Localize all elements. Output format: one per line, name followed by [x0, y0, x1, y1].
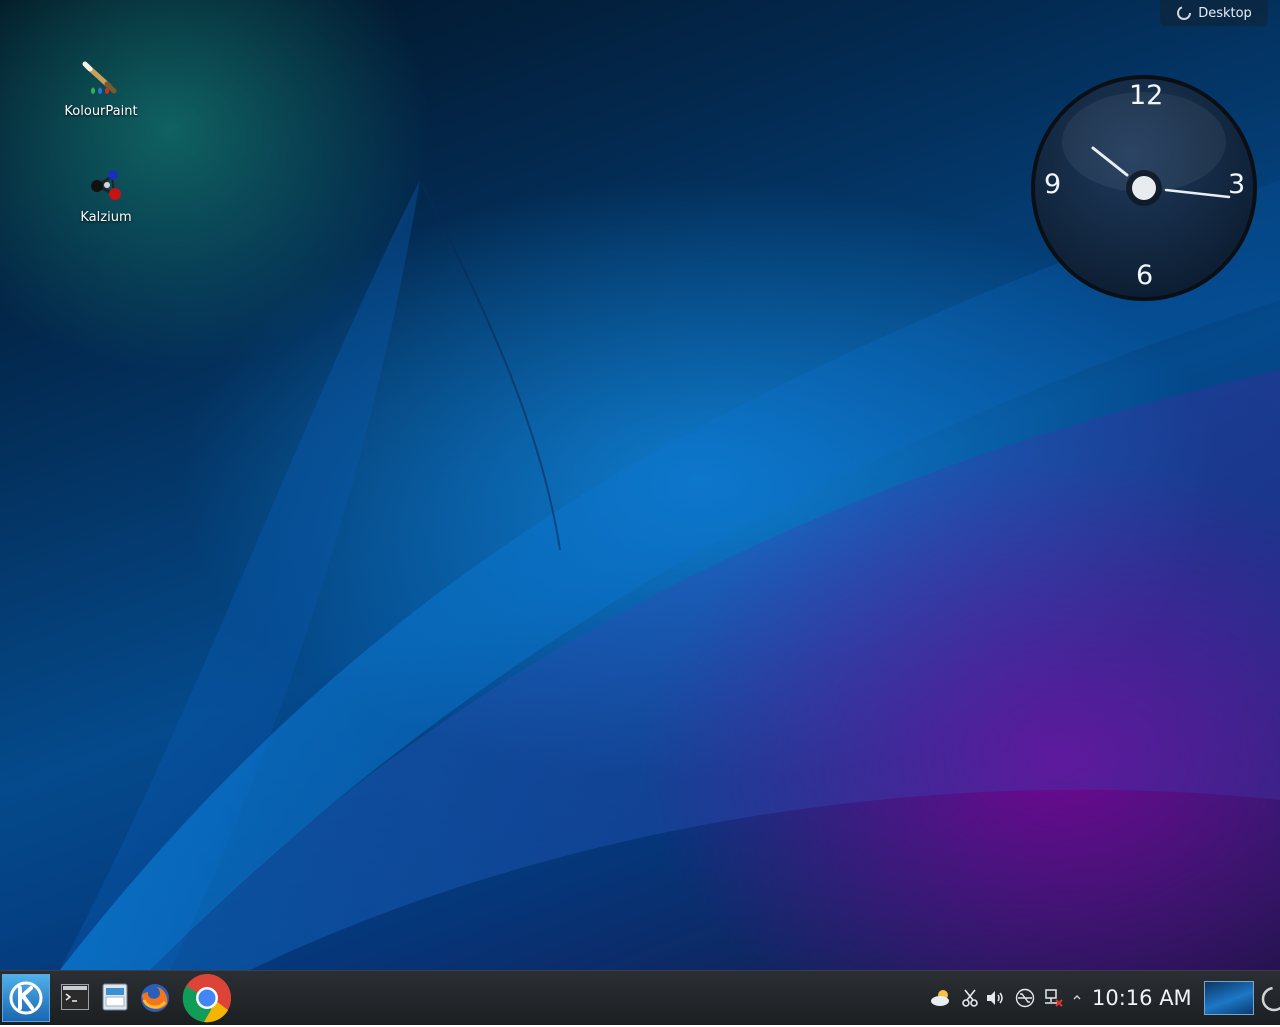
volume-tray-button[interactable] — [985, 988, 1005, 1008]
desktop[interactable]: Desktop KolourPaint Kalzium 12 3 6 9 — [0, 0, 1280, 970]
clock-numeral-6: 6 — [1136, 260, 1154, 291]
toolbox-label: Desktop — [1198, 5, 1252, 21]
network-disconnected-icon — [1045, 989, 1063, 1007]
analog-clock-widget[interactable]: 12 3 6 9 — [1028, 72, 1260, 304]
folder-icon — [102, 983, 128, 1011]
desktop-icon-label: KolourPaint — [64, 104, 138, 119]
weather-tray-button[interactable] — [930, 988, 950, 1008]
pager-desktop-1[interactable] — [1204, 981, 1254, 1015]
plasma-icon — [1177, 6, 1192, 20]
taskbar-clock[interactable]: 10:16 AM — [1092, 986, 1192, 1010]
desktop-icon-label: Kalzium — [80, 210, 132, 225]
weather-icon — [931, 990, 949, 1006]
panel-toolbox-button[interactable] — [1260, 985, 1280, 1013]
kalzium-icon — [91, 170, 121, 200]
desktop-toolbox-button[interactable]: Desktop — [1160, 0, 1268, 26]
clipboard-icon — [962, 989, 978, 1007]
taskbar-panel: 10:16 AM — [0, 970, 1280, 1025]
chrome-launcher[interactable] — [182, 973, 232, 1023]
show-hidden-tray-button[interactable] — [1071, 988, 1083, 1008]
firefox-launcher[interactable] — [139, 982, 171, 1014]
clock-numeral-12: 12 — [1129, 80, 1164, 111]
file-manager-launcher[interactable] — [102, 983, 128, 1011]
konsole-launcher[interactable] — [61, 984, 89, 1010]
clock-numeral-9: 9 — [1044, 169, 1062, 200]
application-launcher-button[interactable] — [2, 974, 50, 1022]
desktop-icon-kolourpaint[interactable]: KolourPaint — [51, 60, 151, 119]
clipboard-tray-button[interactable] — [960, 988, 980, 1008]
volume-icon — [987, 991, 1003, 1005]
kolourpaint-icon — [82, 61, 117, 94]
terminal-icon — [61, 984, 89, 1010]
chrome-icon — [182, 974, 232, 1023]
usb-icon — [1015, 988, 1035, 1008]
firefox-icon — [141, 984, 169, 1012]
desktop-icon-kalzium[interactable]: Kalzium — [56, 166, 156, 225]
expand-tray-icon — [1073, 995, 1081, 1000]
plasma-icon — [1261, 986, 1280, 1012]
clock-numeral-3: 3 — [1228, 169, 1246, 200]
kde-logo-icon — [3, 975, 49, 1021]
network-tray-button[interactable] — [1043, 988, 1063, 1008]
usb-tray-button[interactable] — [1014, 988, 1035, 1008]
